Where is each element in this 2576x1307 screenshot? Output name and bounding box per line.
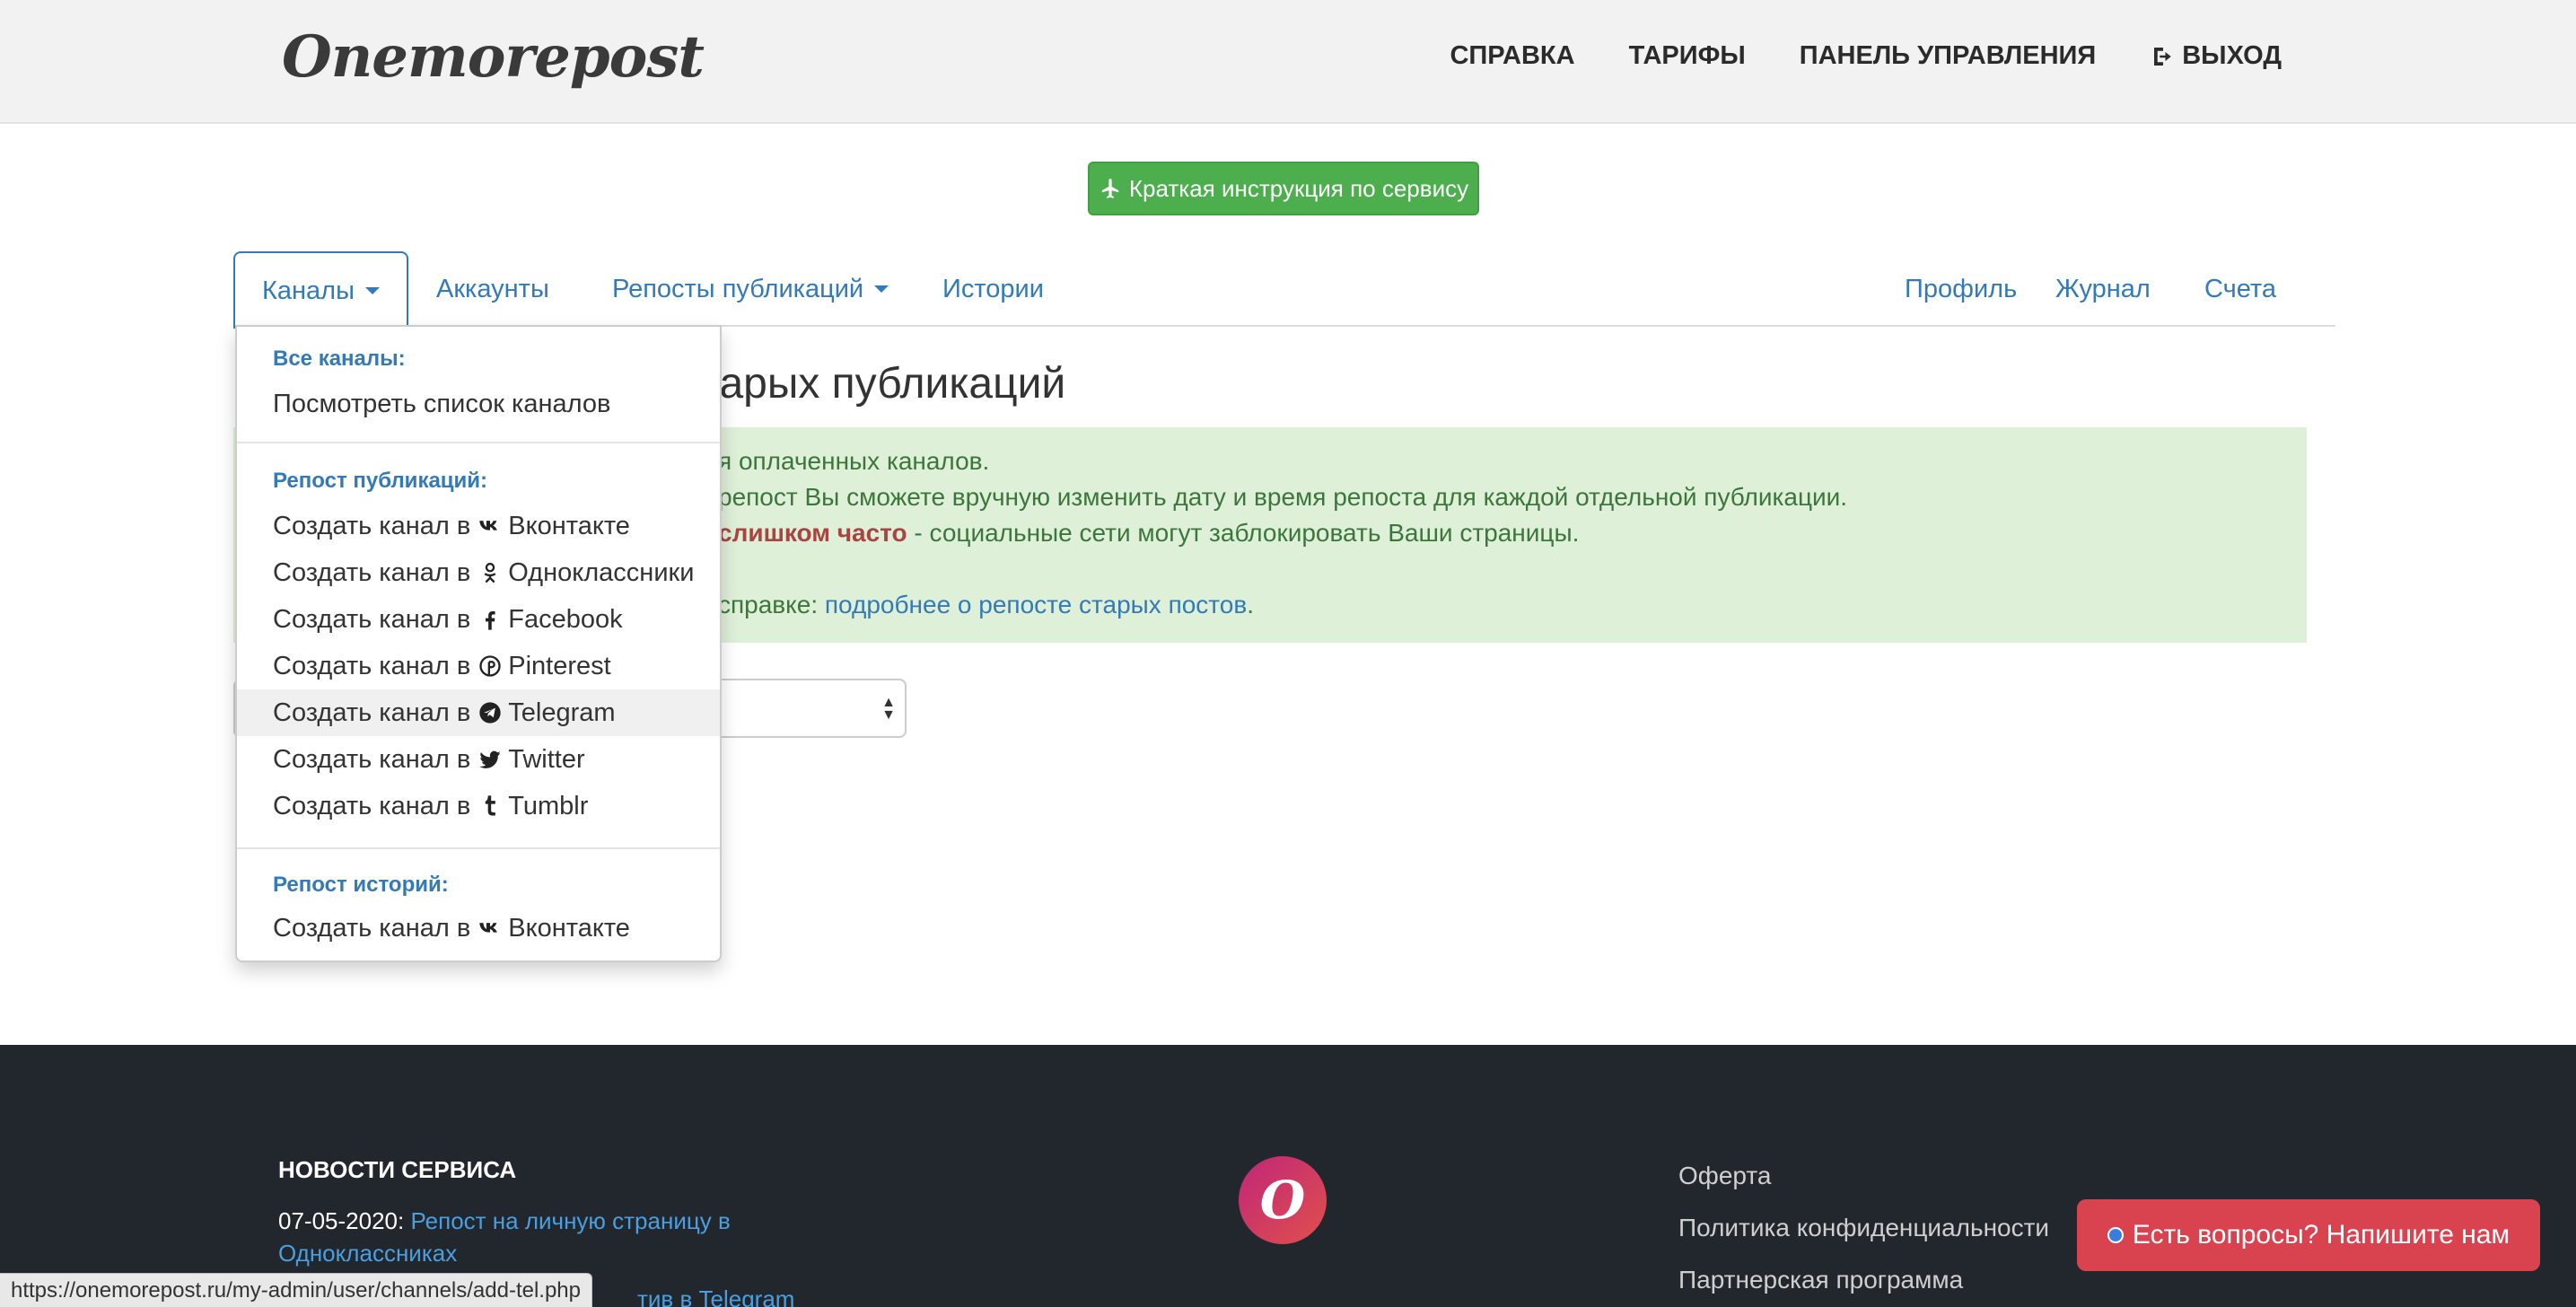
dropdown-header-all: Все каналы: — [273, 346, 406, 371]
menu-item-prefix: Создать канал в — [273, 511, 471, 540]
alert-line-4-prefix: справке: — [718, 591, 825, 618]
facebook-icon — [486, 611, 495, 630]
menu-item-network: Вконтакте — [508, 913, 630, 943]
dropdown-header-stories: Репост историй: — [273, 873, 449, 897]
tab-accounts[interactable]: Аккаунты — [409, 251, 576, 327]
alert-line-3: слишком часто - социальные сети могут за… — [718, 519, 1579, 548]
plane-icon — [1101, 179, 1119, 198]
tab-invoices-label: Счета — [2204, 274, 2276, 303]
footer-news-item: 07-05-2020: Репост на личную страницу в … — [278, 1205, 781, 1269]
alert-line-3-rest: - социальные сети могут заблокировать Ва… — [907, 519, 1580, 547]
tab-stories-label: Истории — [942, 274, 1044, 303]
odnoklassniki-icon — [484, 562, 496, 583]
pinterest-icon — [479, 655, 501, 677]
footer-link-offer[interactable]: Оферта — [1678, 1162, 2049, 1214]
site-logo[interactable]: Onemorepost — [282, 23, 705, 91]
telegram-icon — [479, 702, 501, 724]
tumblr-icon — [486, 795, 496, 816]
menu-divider — [237, 442, 720, 443]
menu-item-network: Facebook — [508, 604, 623, 634]
menu-item-prefix: Создать канал в — [273, 913, 471, 943]
nav-tariffs[interactable]: ТАРИФЫ — [1629, 41, 1746, 71]
menu-item-network: Вконтакте — [508, 511, 630, 540]
vk-icon — [479, 923, 498, 933]
instruction-button-label: Краткая инструкция по сервису — [1128, 174, 1469, 202]
tab-journal-label: Журнал — [2055, 274, 2151, 303]
alert-line-2: репост Вы сможете вручную изменить дату … — [718, 483, 1848, 511]
chat-button[interactable]: Есть вопросы? Напишите нам — [2077, 1199, 2540, 1271]
nav-logout[interactable]: ВЫХОД — [2150, 41, 2282, 71]
menu-item-prefix: Создать канал в — [273, 744, 471, 774]
menu-item-prefix: Создать канал в — [273, 697, 471, 727]
menu-item-create-pinterest[interactable]: Создать канал в Pinterest — [237, 643, 720, 689]
menu-item-create-stories-vk[interactable]: Создать канал в Вконтакте — [237, 905, 720, 952]
footer-link-partner[interactable]: Партнерская программа — [1678, 1266, 2049, 1307]
select-arrows-icon: ▲ ▼ — [881, 695, 896, 723]
menu-item-prefix: Создать канал в — [273, 557, 471, 587]
dropdown-header-repost: Репост публикаций: — [273, 469, 488, 493]
alert-warning-text: слишком часто — [718, 519, 907, 547]
browser-status-bar: https://onemorepost.ru/my-admin/user/cha… — [0, 1273, 593, 1307]
tab-invoices[interactable]: Счета — [2177, 251, 2303, 327]
menu-item-create-facebook[interactable]: Создать канал в Facebook — [237, 596, 720, 643]
menu-item-network: Tumblr — [508, 791, 589, 820]
repost-help-link[interactable]: подробнее о репосте старых постов — [825, 591, 1247, 618]
footer-link-privacy[interactable]: Политика конфиденциальности — [1678, 1214, 2049, 1266]
vk-icon — [479, 521, 498, 531]
page-title: тарых публикаций — [700, 360, 1066, 408]
news-link-partial[interactable]: тив в Telegram — [637, 1285, 794, 1307]
menu-item-prefix: Создать канал в — [273, 791, 471, 820]
footer-news-title: НОВОСТИ СЕРВИСА — [278, 1156, 517, 1183]
alert-line-4-suffix: . — [1247, 591, 1255, 618]
menu-item-create-telegram[interactable]: Создать канал в Telegram — [237, 689, 720, 736]
menu-item-network: Twitter — [508, 744, 585, 774]
instruction-button[interactable]: Краткая инструкция по сервису — [1088, 162, 1479, 215]
menu-item-network: Pinterest — [508, 651, 611, 680]
menu-item-network: Telegram — [508, 697, 616, 727]
top-navigation: СПРАВКА ТАРИФЫ ПАНЕЛЬ УПРАВЛЕНИЯ ВЫХОД — [1450, 41, 2282, 71]
menu-divider — [237, 847, 720, 849]
nav-dashboard[interactable]: ПАНЕЛЬ УПРАВЛЕНИЯ — [1800, 41, 2096, 71]
menu-item-create-ok[interactable]: Создать канал в Одноклассники — [237, 549, 720, 596]
menu-item-prefix: Создать канал в — [273, 604, 471, 634]
tab-reposts[interactable]: Репосты публикаций — [585, 251, 916, 327]
tab-channels-label: Каналы — [262, 276, 355, 305]
tab-profile[interactable]: Профиль — [1878, 251, 2044, 327]
menu-item-prefix: Создать канал в — [273, 651, 471, 680]
news-date: 07-05-2020: — [278, 1207, 411, 1234]
menu-item-create-twitter[interactable]: Создать канал в Twitter — [237, 736, 720, 783]
caret-down-icon — [364, 287, 380, 294]
menu-item-create-vk[interactable]: Создать канал в Вконтакте — [237, 503, 720, 549]
main-tabs: Каналы Аккаунты Репосты публикаций Истор… — [233, 251, 2335, 329]
twitter-icon — [479, 750, 501, 768]
footer-links: Оферта Политика конфиденциальности Партн… — [1678, 1162, 2049, 1307]
top-header: Onemorepost СПРАВКА ТАРИФЫ ПАНЕЛЬ УПРАВЛ… — [0, 0, 2576, 124]
menu-item-label: Посмотреть список каналов — [273, 389, 611, 418]
alert-line-4: справке: подробнее о репосте старых пост… — [718, 591, 1254, 619]
channels-dropdown-menu: Все каналы: Посмотреть список каналов Ре… — [235, 325, 722, 962]
online-status-icon — [2107, 1227, 2124, 1243]
tab-accounts-label: Аккаунты — [436, 274, 549, 303]
menu-item-create-tumblr[interactable]: Создать канал в Tumblr — [237, 783, 720, 829]
sign-out-icon — [2154, 47, 2171, 66]
tab-reposts-label: Репосты публикаций — [612, 274, 864, 303]
tab-profile-label: Профиль — [1905, 274, 2018, 303]
chat-button-label: Есть вопросы? Напишите нам — [2132, 1220, 2510, 1250]
nav-logout-label: ВЫХОД — [2182, 41, 2282, 70]
alert-line-1: я оплаченных каналов. — [718, 447, 990, 475]
tab-channels[interactable]: Каналы — [233, 251, 408, 329]
menu-item-network: Одноклассники — [508, 557, 695, 587]
caret-down-icon — [874, 285, 889, 293]
menu-item-view-channels[interactable]: Посмотреть список каналов — [237, 381, 720, 427]
tab-stories[interactable]: Истории — [916, 251, 1071, 327]
footer-logo: O — [1239, 1156, 1327, 1244]
nav-help[interactable]: СПРАВКА — [1450, 41, 1574, 71]
tab-journal[interactable]: Журнал — [2028, 251, 2177, 327]
